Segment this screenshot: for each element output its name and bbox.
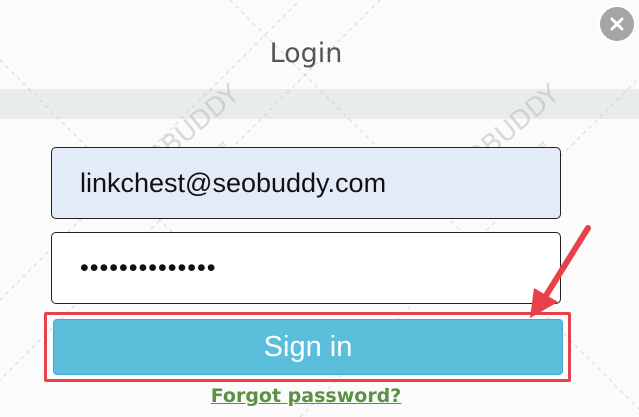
password-field[interactable]: [51, 232, 561, 304]
email-field[interactable]: [51, 147, 561, 219]
page-title: Login: [269, 38, 343, 69]
forgot-password-link[interactable]: Forgot password?: [0, 385, 612, 407]
header-band: [0, 89, 639, 119]
close-icon: [610, 17, 624, 31]
login-modal: SEOBUDDY WWW.SEOBUDDY.COM SEOBUDDY WWW.S…: [0, 0, 639, 417]
signin-button[interactable]: Sign in: [53, 319, 563, 375]
